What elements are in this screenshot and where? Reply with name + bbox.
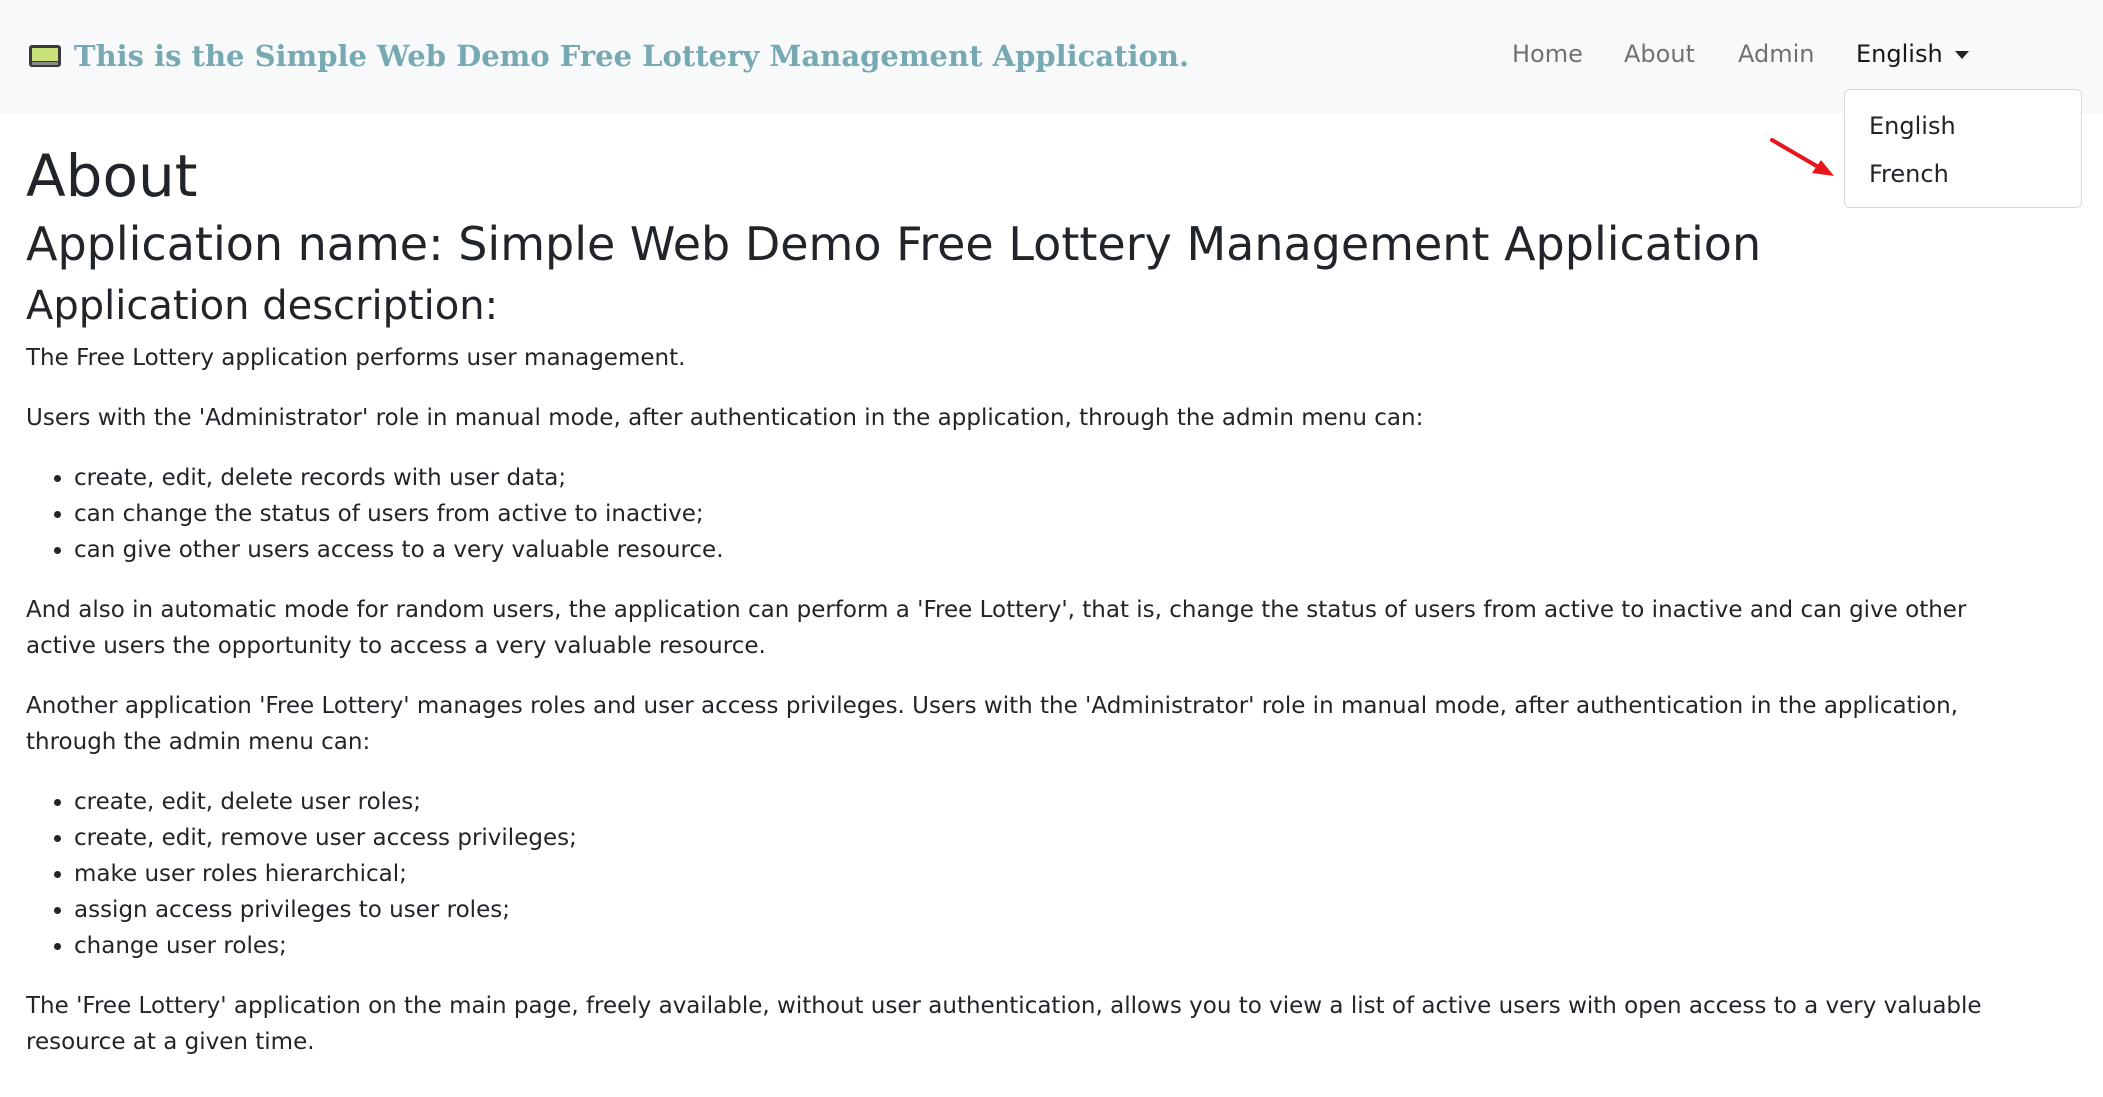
brand-title[interactable]: This is the Simple Web Demo Free Lottery… (74, 39, 1189, 73)
paragraph-intro: The Free Lottery application performs us… (26, 345, 686, 371)
application-description-heading: Application description: (26, 283, 499, 329)
admin-capabilities-list: create, edit, delete records with user d… (26, 460, 1986, 568)
monitor-icon (29, 45, 61, 67)
nav-home[interactable]: Home (1512, 40, 1583, 68)
paragraph-admin-capabilities: Users with the 'Administrator' role in m… (26, 405, 1424, 431)
paragraph-roles-privileges: Another application 'Free Lottery' manag… (26, 693, 1958, 755)
list-item: create, edit, remove user access privile… (74, 820, 1986, 856)
caret-down-icon (1954, 51, 1969, 59)
brand[interactable]: This is the Simple Web Demo Free Lottery… (28, 34, 1189, 78)
list-item: change user roles; (74, 928, 1986, 964)
dropdown-item-english[interactable]: English (1869, 112, 1956, 140)
list-item: create, edit, delete records with user d… (74, 460, 1986, 496)
navbar: This is the Simple Web Demo Free Lottery… (0, 0, 2103, 114)
nav-about[interactable]: About (1624, 40, 1695, 68)
list-item: can give other users access to a very va… (74, 532, 1986, 568)
list-item: make user roles hierarchical; (74, 856, 1986, 892)
language-dropdown-toggle[interactable]: English (1856, 40, 1969, 68)
nav-admin[interactable]: Admin (1738, 40, 1815, 68)
language-selected-label: English (1856, 40, 1943, 68)
main-content: About Application name: Simple Web Demo … (26, 140, 1986, 1060)
list-item: assign access privileges to user roles; (74, 892, 1986, 928)
paragraph-automatic-mode: And also in automatic mode for random us… (26, 597, 1967, 659)
page-title: About (26, 142, 198, 210)
roles-capabilities-list: create, edit, delete user roles; create,… (26, 784, 1986, 964)
paragraph-main-page: The 'Free Lottery' application on the ma… (26, 993, 1982, 1055)
list-item: can change the status of users from acti… (74, 496, 1986, 532)
application-name-heading: Application name: Simple Web Demo Free L… (26, 217, 1762, 271)
list-item: create, edit, delete user roles; (74, 784, 1986, 820)
